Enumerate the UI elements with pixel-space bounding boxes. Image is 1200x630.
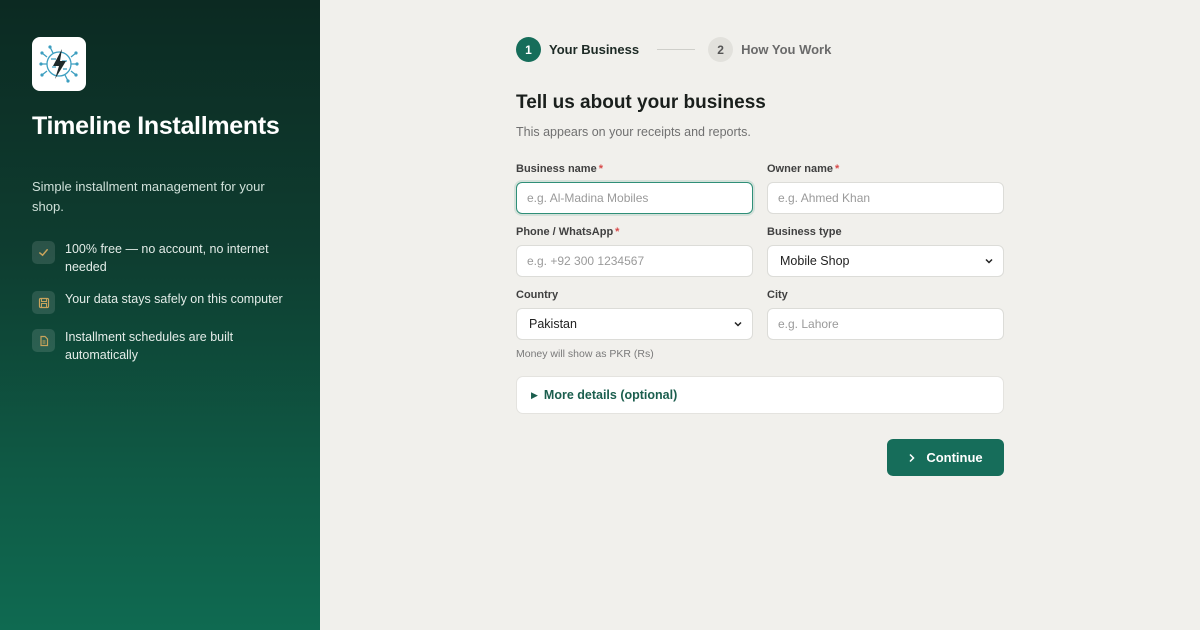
country-label: Country: [516, 289, 559, 301]
sidebar: Timeline Installments Simple installment…: [0, 0, 320, 630]
form-subtitle: This appears on your receipts and report…: [516, 125, 751, 139]
chevron-down-icon: [985, 258, 993, 264]
required-marker: *: [598, 163, 603, 175]
required-marker: *: [835, 163, 840, 175]
app-tagline: Simple installment management for your s…: [32, 179, 265, 214]
business-type-select[interactable]: Mobile Shop: [767, 245, 1004, 277]
city-input[interactable]: [767, 308, 1004, 340]
step-connector: [657, 49, 696, 50]
check-icon: [32, 241, 55, 264]
country-select[interactable]: Pakistan: [516, 308, 753, 340]
chevron-right-icon: [908, 453, 916, 463]
app-name: Timeline Installments: [32, 112, 280, 140]
owner-name-label: Owner name *: [767, 163, 840, 175]
triangle-right-icon: ▶: [531, 389, 538, 400]
feature-item: Your data stays safely on this computer: [32, 290, 292, 314]
circuit-bolt-icon: [39, 45, 79, 83]
required-marker: *: [615, 226, 620, 238]
city-label: City: [767, 289, 788, 301]
document-icon: [32, 329, 55, 352]
owner-name-input[interactable]: [767, 182, 1004, 214]
business-type-value: Mobile Shop: [780, 254, 850, 268]
step-label-1: Your Business: [549, 42, 640, 57]
country-value: Pakistan: [529, 317, 577, 331]
app-logo: [32, 37, 86, 91]
business-type-label: Business type: [767, 226, 842, 238]
phone-input[interactable]: [516, 245, 753, 277]
step-number-1: 1: [516, 37, 541, 62]
feature-item: Installment schedules are built automati…: [32, 328, 292, 364]
continue-button[interactable]: Continue: [887, 439, 1004, 476]
form-title: Tell us about your business: [516, 92, 766, 113]
more-details-toggle[interactable]: ▶ More details (optional): [516, 376, 1004, 414]
continue-label: Continue: [926, 450, 983, 465]
stepper: 1 Your Business 2 How You Work: [516, 37, 831, 62]
more-details-label: More details (optional): [543, 388, 678, 402]
feature-text: 100% free — no account, no internet need…: [65, 242, 269, 274]
feature-text: Installment schedules are built automati…: [65, 330, 234, 362]
business-name-label: Business name *: [516, 163, 603, 175]
chevron-down-icon: [734, 321, 742, 327]
phone-label: Phone / WhatsApp *: [516, 226, 620, 238]
feature-text: Your data stays safely on this computer: [65, 292, 283, 306]
business-name-input[interactable]: [516, 182, 753, 214]
feature-list: 100% free — no account, no internet need…: [32, 240, 292, 378]
step-label-2: How You Work: [741, 42, 832, 57]
save-icon: [32, 291, 55, 314]
currency-hint: Money will show as PKR (Rs): [516, 348, 654, 360]
step-number-2: 2: [708, 37, 734, 62]
feature-item: 100% free — no account, no internet need…: [32, 240, 292, 276]
